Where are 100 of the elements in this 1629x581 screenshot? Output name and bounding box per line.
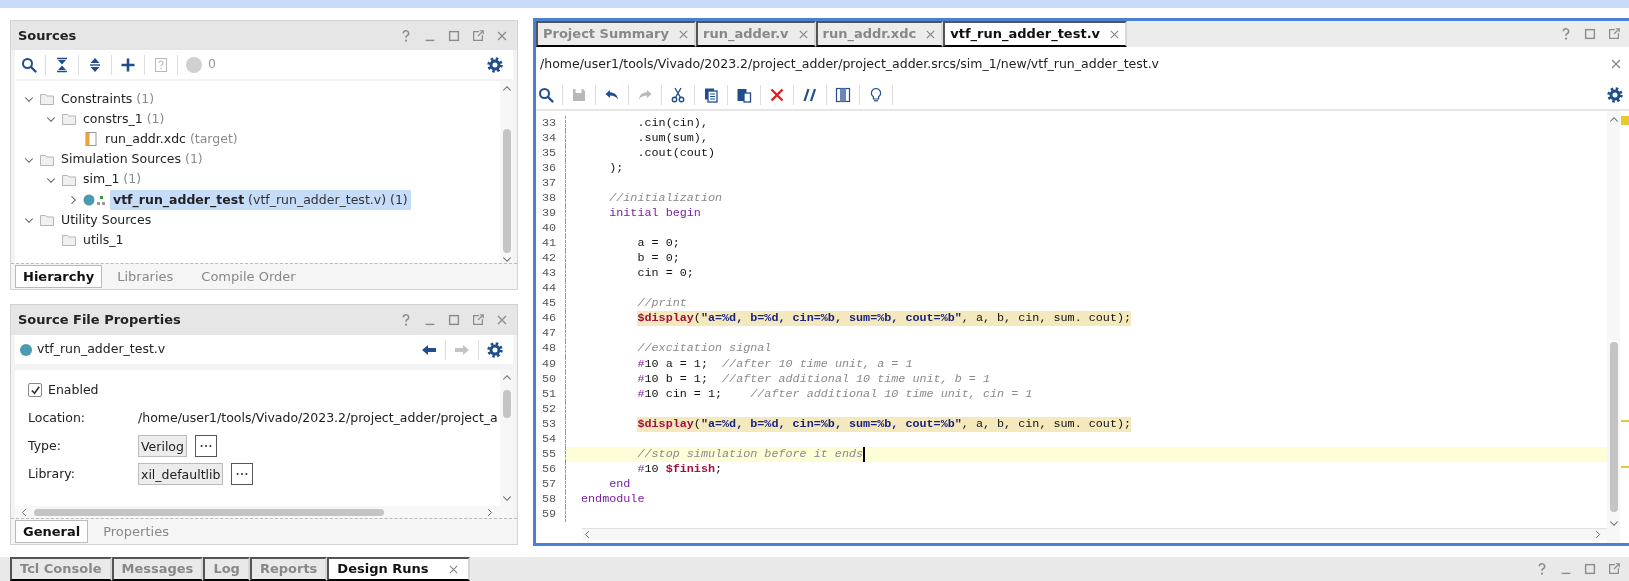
maximize-icon[interactable] [1583,562,1597,576]
line-number: 51 [536,386,566,402]
code-text: a = 0; [637,236,680,252]
system-task: $finish [665,461,715,477]
columns-icon[interactable] [835,87,851,103]
code-comment: //after additional 10 time unit, cin = 1 [750,386,1033,402]
code-text: ( [693,311,701,327]
settings-icon[interactable] [487,56,503,73]
line-number: 42 [536,251,566,267]
code-comment: //after additional 10 time unit, b = 1 [722,371,990,387]
code-comment: //initialization [609,191,723,207]
line-number: 49 [536,356,566,372]
float-icon[interactable] [471,28,485,43]
code-comment: //after 10 time unit, a = 1 [722,356,913,372]
collapse-all-icon[interactable] [54,56,70,73]
tree-item[interactable]: vtf_run_adder_test (vtf_run_adder_test.v) (1) [110,189,411,211]
lightbulb-icon[interactable] [868,87,884,103]
scrollbar-thumb[interactable] [502,129,511,253]
code-text: 10 b = 1; [644,371,709,387]
settings-icon[interactable] [1607,87,1623,103]
field-label: Type: [28,437,62,456]
code-text: 10 a = 1; [644,356,709,372]
scrollbar-thumb[interactable] [34,508,384,516]
scrollbar[interactable] [500,370,513,507]
line-number: 36 [536,161,566,177]
panel-title: Source File Properties [18,311,181,330]
overview-marker[interactable] [1621,420,1629,422]
scrollbar[interactable] [500,81,513,263]
line-number: 47 [536,326,566,342]
checkbox[interactable] [28,383,42,398]
tree-item[interactable]: Utility Sources [58,209,155,231]
line-number: 45 [536,296,566,312]
code-text: 10 [644,461,660,477]
scrollbar-thumb[interactable] [502,390,511,419]
float-icon[interactable] [1607,27,1621,41]
tree-item[interactable]: Simulation Sources (1) [58,149,206,171]
line-number: 37 [536,176,566,192]
copy-icon[interactable] [703,87,719,103]
float-icon[interactable] [1607,562,1621,576]
field-label: Location: [28,409,87,428]
paste-icon[interactable] [736,87,752,103]
code-keyword: end [609,476,631,492]
line-number: 56 [536,461,566,477]
panel-tab[interactable]: Hierarchy [15,264,103,289]
tree-item[interactable]: Constraints (1) [58,88,158,110]
horizontal-scrollbar[interactable] [582,528,1607,540]
tree-item[interactable]: sim_1 (1) [80,169,145,191]
code-text: cin = 0; [637,266,694,282]
file-name: vtf_run_adder_test.v [37,340,166,359]
value-field[interactable]: xil_defaultlib [138,463,224,486]
maximize-icon[interactable] [447,28,461,43]
line-number: 57 [536,476,566,492]
value-field[interactable]: Verilog [138,435,187,458]
scrollbar-thumb[interactable] [1609,342,1618,512]
system-task: $display [637,416,694,432]
panel-tab[interactable]: General [15,519,89,544]
folder-icon [61,111,77,128]
code-text: 10 cin = 1; [644,386,724,402]
code-comment: //excitation signal [637,341,772,357]
float-icon[interactable] [471,312,485,327]
line-number: 34 [536,131,566,147]
line-number: 46 [536,311,566,327]
settings-icon[interactable] [487,341,503,358]
code-keyword: initial begin [609,206,701,222]
scissors-icon[interactable] [670,87,686,103]
line-number: 38 [536,191,566,207]
overview-marker[interactable] [1621,466,1629,468]
code-keyword: # [637,386,645,402]
search-icon[interactable] [538,87,554,103]
code-text: b = 0; [637,251,680,267]
tree-item[interactable]: utils_1 [80,230,127,251]
line-number: 54 [536,431,566,447]
overview-marker[interactable] [1621,116,1629,125]
horizontal-scrollbar[interactable] [15,506,513,518]
scrollbar[interactable] [1607,111,1620,543]
panel-tab[interactable]: Design Runs [327,557,470,581]
comment-icon[interactable] [802,87,818,103]
expand-all-icon[interactable] [87,56,103,73]
folder-icon [39,212,55,229]
delete-icon[interactable] [769,87,785,103]
code-text: , a, b, cin, sum. cout); [961,311,1132,327]
add-icon[interactable] [120,56,136,73]
close-icon[interactable] [1609,57,1623,71]
line-number: 52 [536,401,566,417]
code-text: ; [715,461,723,477]
code-comment: //print [637,296,687,312]
tree-item[interactable]: constrs_1 (1) [80,108,168,130]
code-string: "a=%d, b=%d, cin=%b, sum=%b, cout=%b" [700,416,962,432]
maximize-icon[interactable] [1583,27,1597,41]
line-number: 41 [536,236,566,252]
line-number: 35 [536,146,566,162]
code-text: ( [693,416,701,432]
maximize-icon[interactable] [447,312,461,327]
tree-item[interactable]: run_addr.xdc (target) [102,129,241,150]
search-icon[interactable] [21,56,37,73]
editor-tab[interactable]: vtf_run_adder_test.v [943,21,1128,47]
checkbox-label: Enabled [48,381,99,400]
code-text: .cin(cin), [637,116,708,132]
line-number: 48 [536,341,566,357]
line-number: 43 [536,266,566,282]
